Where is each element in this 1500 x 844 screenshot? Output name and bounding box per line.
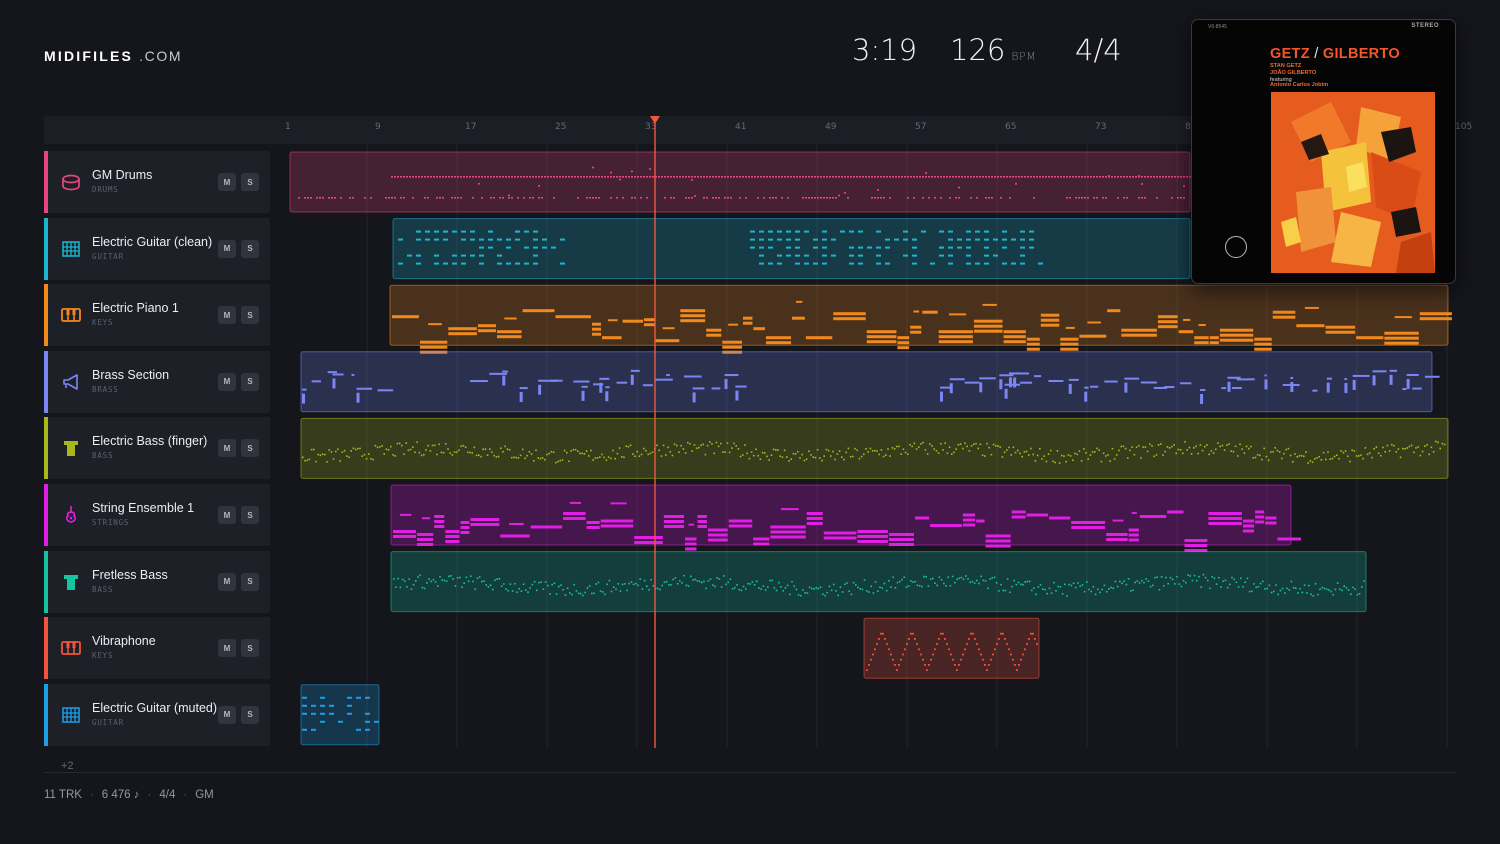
mute-button[interactable]: M — [218, 372, 236, 391]
piano-icon — [60, 304, 82, 326]
track-count: 11 TRK — [44, 789, 82, 801]
track-header[interactable]: Fretless Bass BASS M S — [44, 550, 270, 613]
solo-button[interactable]: S — [241, 439, 259, 458]
mute-button[interactable]: M — [218, 639, 236, 658]
mute-button[interactable]: M — [218, 506, 236, 524]
track-header[interactable]: Electric Bass (finger) BASS M S — [44, 417, 270, 480]
track-category: BASS — [92, 451, 114, 461]
album-format: STEREO — [1411, 23, 1439, 29]
more-tracks-indicator[interactable]: +2 — [61, 760, 74, 772]
mute-button[interactable]: M — [218, 173, 236, 191]
track-name: Vibraphone — [92, 634, 156, 649]
midi-clip[interactable] — [390, 551, 1367, 613]
solo-button[interactable]: S — [241, 306, 259, 325]
track-name: Electric Guitar (muted) — [92, 700, 218, 715]
abstract-artwork-icon — [1271, 92, 1435, 273]
bass-icon — [60, 437, 82, 459]
record-label-logo — [1225, 236, 1247, 258]
separator: · — [89, 789, 94, 801]
track-color-bar — [44, 683, 48, 746]
footer-divider — [44, 772, 1456, 773]
track-category: KEYS — [92, 318, 114, 328]
drum-icon — [60, 171, 82, 193]
midi-clip[interactable] — [863, 617, 1040, 679]
solo-button[interactable]: S — [241, 639, 259, 658]
track-header[interactable]: String Ensemble 1 STRINGS M S — [44, 484, 270, 546]
mute-button[interactable]: M — [218, 572, 236, 591]
separator: · — [183, 789, 188, 801]
guitar-icon — [60, 704, 82, 726]
track-category: GUITAR — [92, 717, 124, 727]
solo-button[interactable]: S — [241, 173, 259, 191]
guitar-icon — [60, 238, 82, 260]
track-name: Fretless Bass — [92, 567, 168, 582]
horn-icon — [60, 371, 82, 393]
track-header[interactable]: Vibraphone KEYS M S — [44, 617, 270, 680]
track-color-bar — [44, 417, 48, 480]
track-color-bar — [44, 151, 48, 213]
mute-button[interactable]: M — [218, 239, 236, 258]
track-category: DRUMS — [92, 185, 119, 194]
track-name: Brass Section — [92, 367, 170, 382]
album-credit: Antonio Carlos Jobim — [1270, 82, 1329, 88]
midi-clip[interactable] — [389, 284, 1449, 346]
album-title-left: GETZ — [1270, 46, 1310, 62]
note-count: 6 476 ♪ — [101, 789, 140, 801]
album-artwork — [1271, 92, 1435, 273]
track-category: BASS — [92, 584, 114, 594]
album-catalog: V6-8545 — [1208, 24, 1227, 30]
track-name: GM Drums — [92, 168, 153, 182]
midi-clip[interactable] — [289, 151, 1191, 213]
mute-button[interactable]: M — [218, 306, 236, 325]
track-category: GUITAR — [92, 251, 124, 261]
piano-icon — [60, 637, 82, 659]
track-category: KEYS — [92, 651, 114, 661]
footer-stats: 11 TRK · 6 476 ♪ · 4/4 · GM — [44, 789, 214, 801]
track-name: Electric Guitar (clean) — [92, 234, 213, 249]
track-color-bar — [44, 217, 48, 280]
track-color-bar — [44, 550, 48, 613]
track-header[interactable]: Electric Guitar (muted) GUITAR M S — [44, 683, 270, 746]
solo-button[interactable]: S — [241, 572, 259, 591]
midi-standard: GM — [195, 789, 214, 801]
playhead-marker-icon[interactable] — [650, 116, 660, 124]
track-name: String Ensemble 1 — [92, 501, 195, 515]
track-header[interactable]: Electric Piano 1 KEYS M S — [44, 284, 270, 347]
solo-button[interactable]: S — [241, 705, 259, 724]
track-category: BRASS — [92, 384, 119, 394]
album-credit: JOÃO GILBERTO — [1270, 70, 1317, 76]
album-title: GETZ / GILBERTO — [1270, 46, 1400, 62]
bass-icon — [60, 571, 82, 593]
track-name: Electric Piano 1 — [92, 301, 179, 316]
solo-button[interactable]: S — [241, 372, 259, 391]
album-cover: V6-8545 STEREO GETZ / GILBERTO STAN GETZ… — [1191, 19, 1456, 284]
solo-button[interactable]: S — [241, 239, 259, 258]
solo-button[interactable]: S — [241, 506, 259, 524]
mute-button[interactable]: M — [218, 705, 236, 724]
separator: · — [147, 789, 152, 801]
track-name: Electric Bass (finger) — [92, 434, 208, 449]
footer-meter: 4/4 — [159, 789, 176, 801]
track-color-bar — [44, 350, 48, 413]
track-category: STRINGS — [92, 518, 130, 527]
title-slash: / — [1309, 46, 1323, 62]
track-header[interactable]: GM Drums DRUMS M S — [44, 151, 270, 213]
album-title-right: GILBERTO — [1322, 46, 1400, 62]
track-color-bar — [44, 617, 48, 680]
album-credit: STAN GETZ — [1270, 63, 1302, 69]
track-header[interactable]: Brass Section BRASS M S — [44, 350, 270, 413]
track-color-bar — [44, 284, 48, 347]
track-color-bar — [44, 484, 48, 546]
midi-clip[interactable] — [392, 218, 1191, 280]
mute-button[interactable]: M — [218, 439, 236, 458]
track-header[interactable]: Electric Guitar (clean) GUITAR M S — [44, 217, 270, 280]
violin-icon — [60, 504, 82, 526]
